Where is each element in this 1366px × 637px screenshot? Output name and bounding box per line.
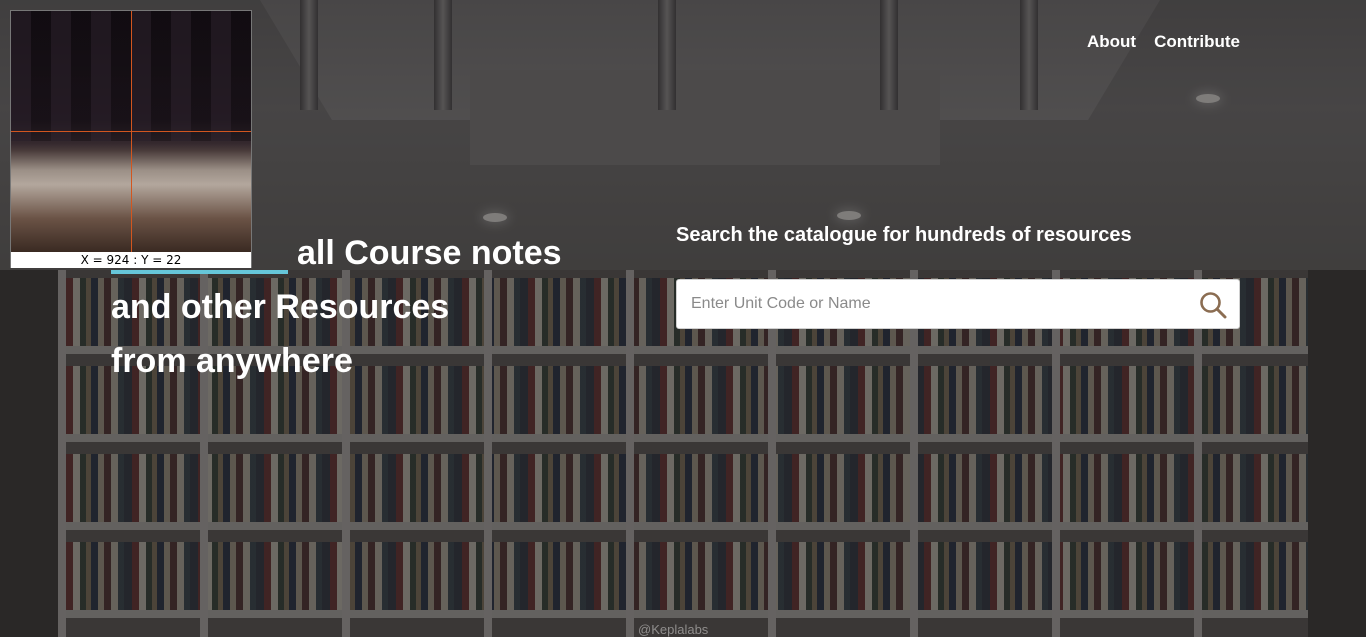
footer-credit: @Keplalabs (638, 622, 709, 637)
hero-line-2: and other Resources (111, 288, 450, 326)
crosshair-horizontal (11, 131, 251, 132)
search-title: Search the catalogue for hundreds of res… (676, 224, 1132, 246)
coordinate-readout: X = 924 : Y = 22 (11, 252, 251, 268)
magnifier-view (11, 11, 251, 252)
search-input[interactable] (691, 280, 1191, 328)
hero-accent-underline (111, 270, 288, 274)
nav-contribute-link[interactable]: Contribute (1154, 32, 1240, 52)
search-icon[interactable] (1199, 291, 1227, 319)
search-box (676, 279, 1240, 329)
hero-line-3: from anywhere (111, 342, 353, 380)
nav-about-link[interactable]: About (1087, 32, 1136, 52)
magnifier-widget: X = 924 : Y = 22 (10, 10, 252, 268)
top-nav: About Contribute (1087, 32, 1240, 52)
